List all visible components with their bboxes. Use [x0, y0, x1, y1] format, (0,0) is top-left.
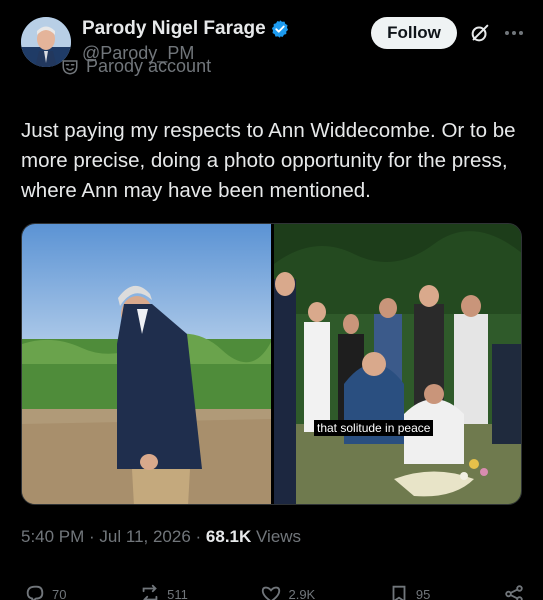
like-button[interactable]: 2.9K — [260, 584, 315, 600]
media-photo-1[interactable] — [22, 224, 271, 504]
parody-label-text: Parody account — [86, 56, 212, 76]
repost-button[interactable]: 511 — [139, 584, 188, 600]
media-photo-2[interactable]: that solitude in peace — [274, 224, 521, 504]
views-count: 68.1K — [205, 527, 252, 546]
tweet-meta: 5:40 PM · Jul 11, 2026 · 68.1K Views — [21, 527, 301, 547]
author-display-name[interactable]: Parody Nigel Farage — [82, 17, 266, 41]
tweet-date[interactable]: Jul 11, 2026 — [99, 527, 190, 547]
meta-separator: · — [84, 527, 100, 546]
tweet-media[interactable]: that solitude in peace — [21, 223, 522, 505]
bookmark-icon — [392, 585, 406, 600]
repost-count: 511 — [167, 586, 188, 600]
bookmark-button[interactable]: 95 — [388, 584, 430, 600]
like-icon — [262, 586, 281, 600]
verified-badge-icon — [271, 20, 288, 38]
parody-account-label: Parody account — [61, 56, 211, 77]
meta-separator: · — [190, 527, 206, 546]
author-display-name-row[interactable]: Parody Nigel Farage — [82, 17, 290, 41]
share-button[interactable] — [503, 584, 525, 600]
bookmark-count: 95 — [415, 586, 431, 600]
grok-icon[interactable] — [469, 22, 491, 44]
media-caption: that solitude in peace — [314, 420, 434, 436]
views-label: Views — [251, 527, 302, 546]
reply-count: 70 — [52, 586, 67, 600]
follow-button[interactable]: Follow — [371, 17, 457, 49]
repost-icon — [142, 584, 158, 600]
tweet-time[interactable]: 5:40 PM — [21, 527, 84, 547]
parody-mask-icon — [62, 59, 78, 75]
like-count: 2.9K — [288, 586, 316, 600]
reply-icon — [26, 585, 44, 600]
reply-button[interactable]: 70 — [24, 584, 66, 600]
tweet-text: Just paying my respects to Ann Widdecomb… — [21, 119, 516, 202]
more-icon[interactable] — [503, 23, 525, 43]
tweet-actions: 70 511 2.9K 95 — [24, 584, 525, 600]
share-icon — [505, 585, 523, 600]
